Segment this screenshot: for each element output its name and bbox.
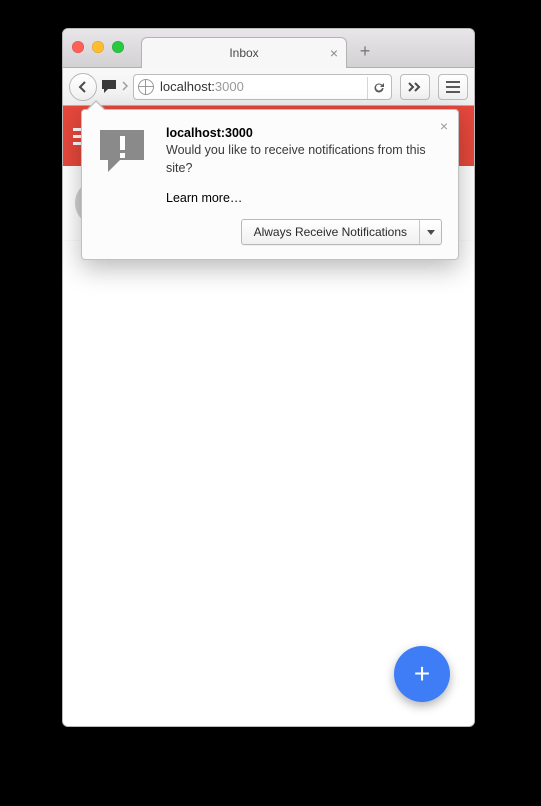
compose-fab[interactable]: + xyxy=(394,646,450,702)
window-zoom-button[interactable] xyxy=(112,41,124,53)
nav-toolbar: localhost:3000 xyxy=(63,68,474,106)
prompt-primary-button[interactable]: Always Receive Notifications xyxy=(241,219,442,245)
notification-anchor-icon[interactable] xyxy=(99,79,119,95)
notification-permission-prompt: × localhost:3000 Would you like to recei… xyxy=(81,109,459,260)
new-tab-button[interactable]: + xyxy=(356,43,374,61)
url-port: 3000 xyxy=(215,79,244,94)
tab-title: Inbox xyxy=(229,46,258,60)
browser-tab[interactable]: Inbox × xyxy=(141,37,347,68)
reload-icon xyxy=(372,81,386,95)
alert-speech-icon xyxy=(98,126,150,205)
prompt-message: Would you like to receive notifications … xyxy=(166,142,442,177)
url-bar[interactable]: localhost:3000 xyxy=(133,74,392,100)
prompt-primary-dropdown[interactable] xyxy=(419,220,441,244)
back-button[interactable] xyxy=(69,73,97,101)
window-close-button[interactable] xyxy=(72,41,84,53)
window-controls xyxy=(72,41,124,53)
caret-down-icon xyxy=(427,230,435,235)
site-identity-icon[interactable] xyxy=(138,79,154,95)
back-arrow-icon xyxy=(77,81,89,93)
prompt-primary-label: Always Receive Notifications xyxy=(242,220,419,244)
prompt-origin: localhost:3000 xyxy=(166,126,442,140)
toolbar-overflow-button[interactable] xyxy=(400,74,430,100)
window-minimize-button[interactable] xyxy=(92,41,104,53)
app-menu-button[interactable] xyxy=(438,74,468,100)
learn-more-link[interactable]: Learn more… xyxy=(166,191,442,205)
browser-window: Inbox × + localhost:3000 xyxy=(62,28,475,727)
breadcrumb-chevron-icon xyxy=(122,80,128,94)
prompt-close-button[interactable]: × xyxy=(440,118,448,134)
reload-button[interactable] xyxy=(367,77,389,99)
plus-icon: + xyxy=(414,658,430,690)
chevrons-right-icon xyxy=(408,82,422,92)
tab-close-button[interactable]: × xyxy=(330,46,338,60)
url-host: localhost: xyxy=(160,79,215,94)
tab-strip: Inbox × + xyxy=(63,29,474,68)
